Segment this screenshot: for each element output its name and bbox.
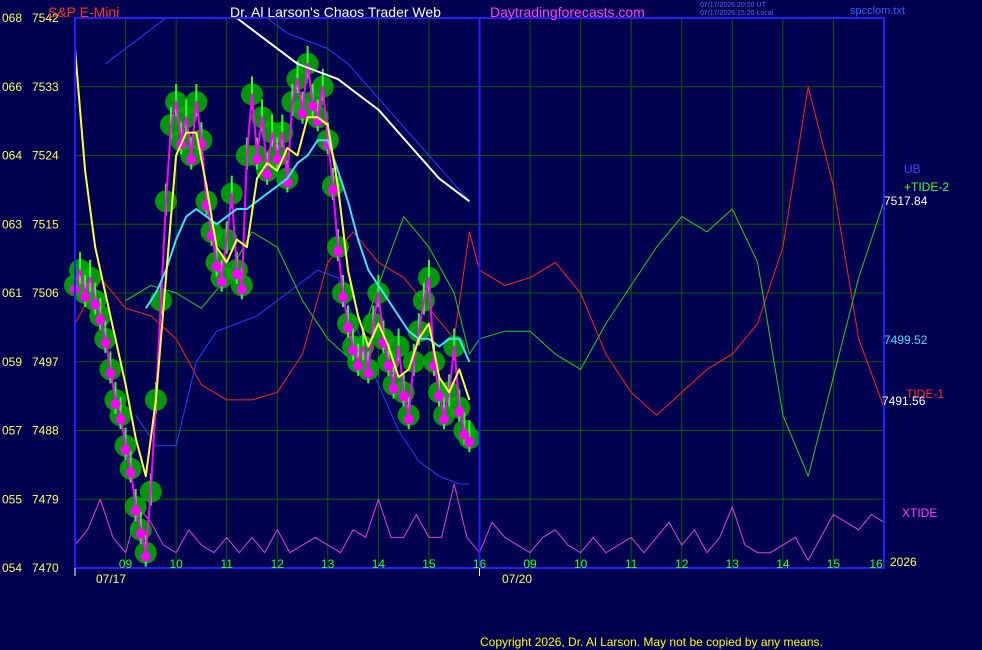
x-tick-label: 14: [372, 557, 386, 571]
price-glow-dots: [64, 45, 481, 567]
x-tick-label: 13: [321, 557, 335, 571]
y-tick-label-left: 068: [2, 11, 22, 25]
y-tick-label-left: 059: [2, 355, 22, 369]
chart-svg: 068 7542066 7533064 7524063 7515061 7506059 74…: [2, 11, 885, 576]
y-tick-label-left: 066: [2, 80, 22, 94]
x-tick-label: 16: [869, 557, 883, 571]
y-tick-label-left: 064: [2, 149, 22, 163]
price-series: [74, 62, 471, 554]
y-tick-label-left: 055: [2, 492, 22, 506]
y-tick-label-right: 7533: [32, 80, 59, 94]
x-tick-label: 11: [220, 557, 233, 571]
x-tick-label: 09: [523, 557, 537, 571]
site-url[interactable]: Daytradingforecasts.com: [490, 4, 645, 20]
y-tick-label-right: 7488: [32, 424, 59, 438]
x-tick-label: 12: [271, 557, 285, 571]
x-tick-label: 11: [625, 557, 638, 571]
year-label: 2026: [890, 555, 917, 569]
file-name: spcclom.txt: [850, 5, 906, 17]
x-tick-label: 10: [169, 557, 183, 571]
y-tick-label-right: 7515: [32, 217, 59, 231]
x-tick-label: 15: [422, 557, 436, 571]
copyright: Copyright 2026, Dr. Al Larson. May not b…: [480, 635, 823, 649]
y-tick-label-right: 7497: [32, 355, 59, 369]
x-tick-label: 15: [827, 557, 841, 571]
y-tick-label-left: 061: [2, 286, 22, 300]
x-tick-label: 09: [119, 557, 133, 571]
x-tick-label: 14: [776, 557, 790, 571]
ub-value: 7517.84: [884, 194, 928, 208]
symbol-title: S&P E-Mini: [48, 4, 120, 20]
price-line: [74, 62, 471, 554]
y-tick-label-right: 7470: [32, 561, 59, 575]
date-label-2: 07/20: [502, 572, 533, 586]
site-title: Dr. Al Larson's Chaos Trader Web: [230, 4, 441, 20]
tide2-label: +TIDE-2: [904, 180, 950, 194]
x-tick-label: 12: [675, 557, 689, 571]
timestamp-local: 07/17/2026 15:20 Local: [700, 10, 774, 17]
y-tick-label-left: 057: [2, 424, 22, 438]
lb-value: 7491.56: [882, 394, 926, 408]
price-magenta-dot: [464, 437, 475, 448]
x-tick-label: 13: [726, 557, 740, 571]
y-tick-label-right: 7524: [32, 149, 59, 163]
ub-label: UB: [904, 162, 921, 176]
date-label-1: 07/17: [96, 572, 127, 586]
y-tick-label-right: 7479: [32, 492, 59, 506]
mid-value: 7499.52: [884, 333, 928, 347]
x-tick-label: 10: [574, 557, 588, 571]
xtide-label: XTIDE: [902, 506, 938, 520]
timestamp-ut: 07/17/2026 20:20 UT: [700, 2, 766, 9]
y-tick-label-left: 063: [2, 217, 22, 231]
y-tick-label-left: 054: [2, 561, 22, 575]
y-tick-label-right: 7506: [32, 286, 59, 300]
